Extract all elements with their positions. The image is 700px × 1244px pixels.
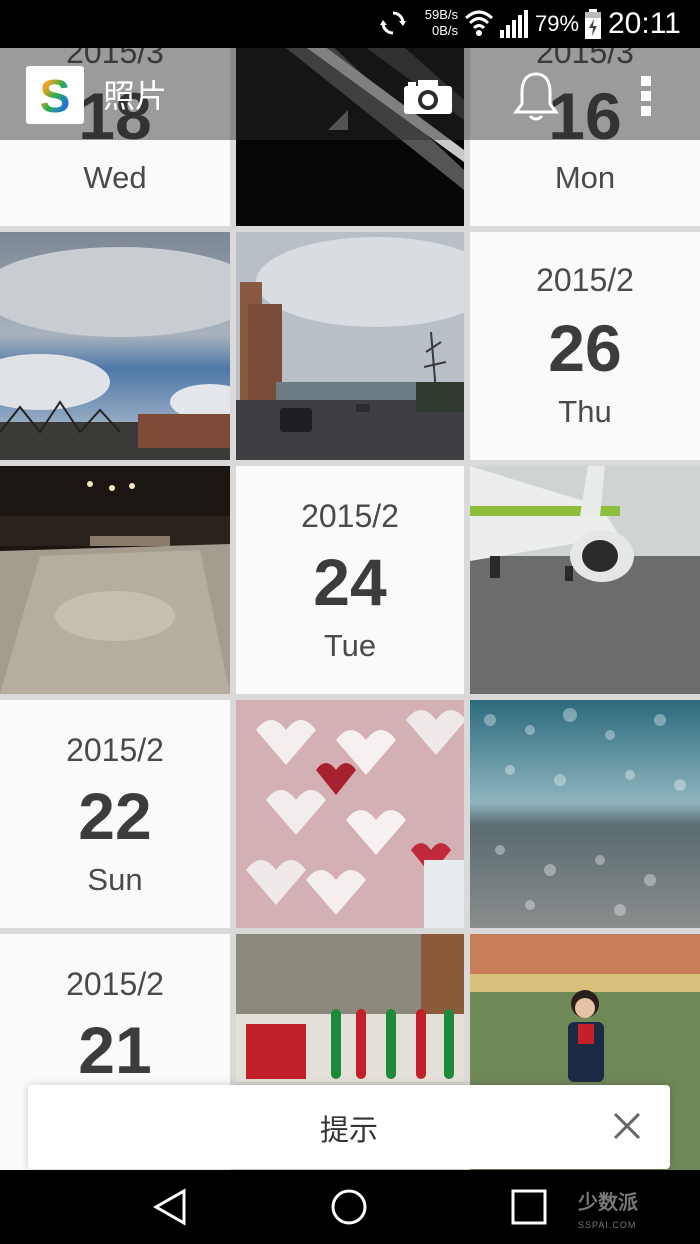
battery-percent: 79% [535,11,580,36]
battery-charging-icon [585,9,601,39]
recent-apps-icon[interactable] [511,1189,547,1225]
camera-icon[interactable] [402,78,454,116]
date-tile-day: 21 [78,1013,152,1087]
network-speed-down: 0B/s [431,23,458,38]
hint-text: 提示 [319,1115,378,1147]
photo-tile-city-street[interactable] [236,232,464,460]
date-tile-year-month: 2015/2 [536,262,634,298]
watermark-domain: SSPAI.COM [578,1220,637,1230]
app-logo[interactable]: S [26,66,84,124]
photo-city-street-image [236,232,464,460]
bell-icon[interactable] [512,70,560,122]
app-title: 照片 [103,78,168,114]
date-tile-weekday: Tue [323,628,377,663]
clock: 20:11 [608,7,681,40]
photo-tile-airplane[interactable] [470,466,700,694]
date-tile-year-month: 2015/2 [301,498,399,534]
date-tile-weekday: Wed [83,160,147,195]
photo-counter-surface-image [0,466,230,694]
photo-grid: 2015/3 18 Wed 2015/3 16 Mon 2015/2 26 Th… [0,0,700,1244]
photo-tile-heart-tags[interactable] [236,700,464,928]
photo-heart-tags-image [236,700,464,928]
date-tile-day: 24 [313,545,387,619]
svg-text:S: S [40,70,71,122]
close-icon[interactable] [612,1111,642,1141]
sync-icon [380,11,406,35]
date-tile-day: 26 [548,311,622,385]
date-tile-year-month: 2015/2 [66,966,164,1002]
date-tile-weekday: Sun [87,862,143,897]
app-logo-s-icon: S [40,70,71,122]
photo-tile-sky-clouds[interactable] [0,232,230,460]
date-tile-day: 22 [78,779,152,853]
photo-tile-water-droplets[interactable] [470,700,700,928]
photo-sky-clouds-image [0,232,230,460]
status-bar: 59B/s 0B/s 79% 20:11 [0,0,700,48]
date-tile-2015-2-22[interactable]: 2015/2 22 Sun [0,700,230,928]
date-tile-2015-2-26[interactable]: 2015/2 26 Thu [470,232,700,460]
overflow-menu-icon[interactable] [634,74,658,118]
photo-tile-counter-surface[interactable] [0,466,230,694]
hint-banner[interactable]: 提示 [28,1085,670,1169]
date-tile-weekday: Mon [554,160,616,195]
photo-airplane-image [470,466,700,694]
signal-icon [500,10,528,38]
network-speed-up: 59B/s [424,7,458,22]
watermark-name: 少数派 [578,1192,638,1214]
date-tile-year-month: 2015/2 [66,732,164,768]
photo-water-droplets-image [470,700,700,928]
home-icon[interactable] [330,1188,368,1226]
watermark: 少数派 SSPAI.COM [578,1192,638,1236]
back-icon[interactable] [152,1188,188,1226]
navigation-bar: 少数派 SSPAI.COM [0,1170,700,1244]
date-tile-weekday: Thu [558,394,612,429]
date-tile-2015-2-24[interactable]: 2015/2 24 Tue [236,466,464,694]
wifi-icon [464,10,494,36]
network-speed: 59B/s 0B/s [412,7,458,39]
